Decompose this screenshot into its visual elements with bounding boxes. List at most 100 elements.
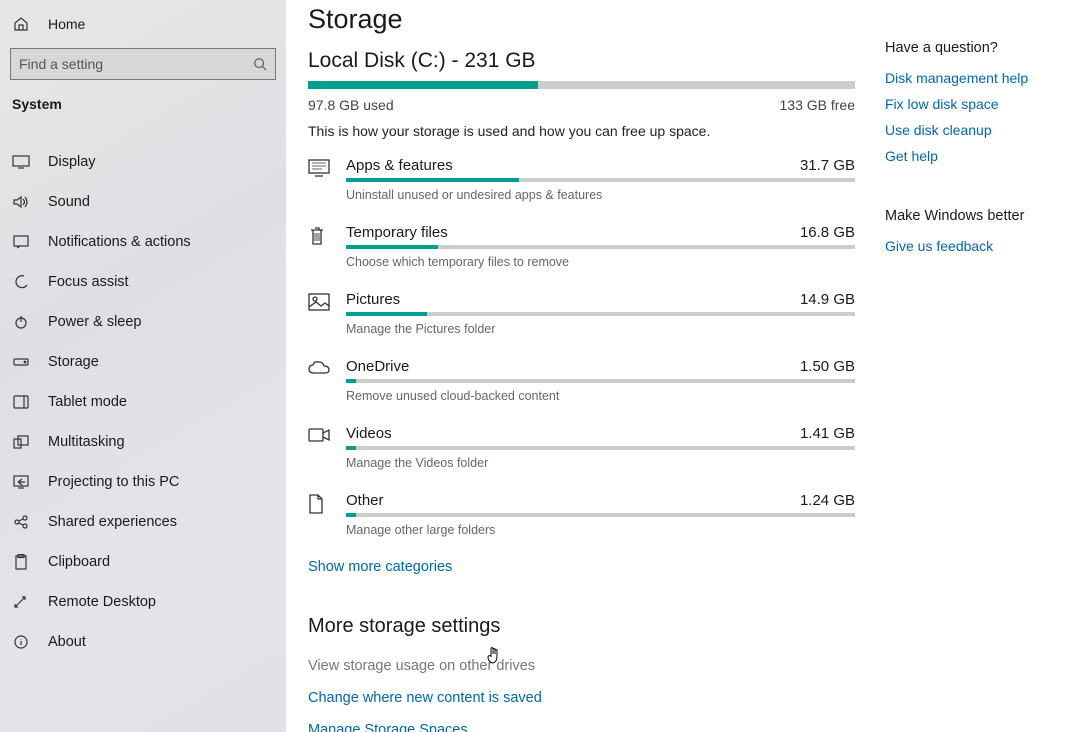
category-bar-fill: [346, 513, 356, 517]
home-label: Home: [48, 16, 85, 32]
nav-multitasking[interactable]: Multitasking: [0, 422, 286, 462]
category-bar: [346, 312, 855, 316]
nav-about[interactable]: About: [0, 622, 286, 662]
nav-notifications[interactable]: Notifications & actions: [0, 222, 286, 262]
storage-category[interactable]: Other 1.24 GB Manage other large folders: [308, 492, 855, 537]
tablet-icon: [12, 395, 30, 409]
category-name: OneDrive: [346, 358, 409, 375]
category-subtext: Manage the Videos folder: [346, 456, 855, 470]
display-icon: [12, 155, 30, 169]
category-bar-fill: [346, 178, 519, 182]
notifications-icon: [12, 235, 30, 249]
help-link[interactable]: Fix low disk space: [885, 96, 1070, 112]
help-link[interactable]: Use disk cleanup: [885, 122, 1070, 138]
home-icon: [12, 16, 30, 32]
category-icon: [308, 358, 332, 403]
used-label: 97.8 GB used: [308, 97, 394, 113]
category-name: Temporary files: [346, 224, 448, 241]
nav-label: About: [48, 634, 86, 650]
disk-title: Local Disk (C:) - 231 GB: [308, 49, 855, 73]
nav-label: Clipboard: [48, 554, 110, 570]
have-question-heading: Have a question?: [885, 40, 1070, 56]
category-icon: [308, 425, 332, 470]
focus-assist-icon: [12, 275, 30, 289]
category-icon: [308, 157, 332, 202]
category-name: Pictures: [346, 291, 400, 308]
nav-clipboard[interactable]: Clipboard: [0, 542, 286, 582]
more-settings-heading: More storage settings: [308, 615, 855, 638]
category-size: 31.7 GB: [800, 157, 855, 174]
nav-label: Sound: [48, 194, 90, 210]
nav-sound[interactable]: Sound: [0, 182, 286, 222]
nav-label: Notifications & actions: [48, 234, 191, 250]
nav-label: Projecting to this PC: [48, 474, 179, 490]
search-icon: [253, 57, 267, 71]
storage-category[interactable]: Temporary files 16.8 GB Choose which tempo…: [308, 224, 855, 269]
category-subtext: Manage other large folders: [346, 523, 855, 537]
give-feedback-link[interactable]: Give us feedback: [885, 238, 1070, 254]
nav-power-sleep[interactable]: Power & sleep: [0, 302, 286, 342]
storage-category[interactable]: Apps & features 31.7 GB Uninstall unused o…: [308, 157, 855, 202]
nav-storage[interactable]: Storage: [0, 342, 286, 382]
category-size: 1.41 GB: [800, 425, 855, 442]
search-box[interactable]: [10, 48, 276, 80]
nav-remote-desktop[interactable]: Remote Desktop: [0, 582, 286, 622]
category-name: Apps & features: [346, 157, 453, 174]
category-bar: [346, 379, 855, 383]
nav-label: Power & sleep: [48, 314, 142, 330]
view-other-drives-link[interactable]: View storage usage on other drives: [308, 658, 855, 674]
multitasking-icon: [12, 435, 30, 449]
remote-desktop-icon: [12, 595, 30, 609]
disk-usage-bar: [308, 81, 855, 89]
search-input[interactable]: [19, 56, 253, 72]
category-bar: [346, 446, 855, 450]
category-name: Videos: [346, 425, 392, 442]
nav-projecting[interactable]: Projecting to this PC: [0, 462, 286, 502]
category-bar: [346, 178, 855, 182]
section-label: System: [0, 96, 286, 142]
shared-icon: [12, 515, 30, 529]
disk-usage-fill: [308, 81, 538, 89]
help-link[interactable]: Get help: [885, 148, 1070, 164]
home-nav[interactable]: Home: [0, 10, 286, 48]
free-label: 133 GB free: [780, 97, 856, 113]
help-panel: Have a question? Disk management help Fix…: [885, 0, 1080, 732]
nav-tablet-mode[interactable]: Tablet mode: [0, 382, 286, 422]
change-where-saved-link[interactable]: Change where new content is saved: [308, 690, 855, 706]
storage-category[interactable]: Videos 1.41 GB Manage the Videos folder: [308, 425, 855, 470]
nav-display[interactable]: Display: [0, 142, 286, 182]
nav-label: Focus assist: [48, 274, 129, 290]
category-name: Other: [346, 492, 384, 509]
manage-storage-spaces-link[interactable]: Manage Storage Spaces: [308, 722, 855, 732]
category-bar-fill: [346, 312, 427, 316]
nav-focus-assist[interactable]: Focus assist: [0, 262, 286, 302]
category-subtext: Remove unused cloud-backed content: [346, 389, 855, 403]
category-size: 1.24 GB: [800, 492, 855, 509]
storage-category[interactable]: Pictures14.9 GBManage the Pictures folde…: [308, 291, 855, 336]
page-title: Storage: [308, 4, 855, 35]
storage-icon: [12, 357, 30, 367]
storage-category[interactable]: OneDrive1.50 GBRemove unused cloud-backe…: [308, 358, 855, 403]
nav-label: Shared experiences: [48, 514, 177, 530]
category-subtext: Choose which temporary files to remove: [346, 255, 855, 269]
help-link[interactable]: Disk management help: [885, 70, 1070, 86]
category-bar: [346, 513, 855, 517]
power-icon: [12, 315, 30, 329]
sound-icon: [12, 195, 30, 209]
category-subtext: Uninstall unused or undesired apps & fea…: [346, 188, 855, 202]
storage-description: This is how your storage is used and how…: [308, 123, 855, 139]
category-icon: [308, 224, 332, 269]
category-size: 16.8 GB: [800, 224, 855, 241]
projecting-icon: [12, 475, 30, 489]
category-icon: [308, 291, 332, 336]
nav-label: Multitasking: [48, 434, 125, 450]
nav-label: Display: [48, 154, 96, 170]
nav-label: Remote Desktop: [48, 594, 156, 610]
category-bar-fill: [346, 446, 356, 450]
category-bar-fill: [346, 379, 356, 383]
nav-label: Tablet mode: [48, 394, 127, 410]
nav-label: Storage: [48, 354, 99, 370]
nav-shared-experiences[interactable]: Shared experiences: [0, 502, 286, 542]
make-better-heading: Make Windows better: [885, 208, 1070, 224]
show-more-categories-link[interactable]: Show more categories: [308, 559, 855, 575]
